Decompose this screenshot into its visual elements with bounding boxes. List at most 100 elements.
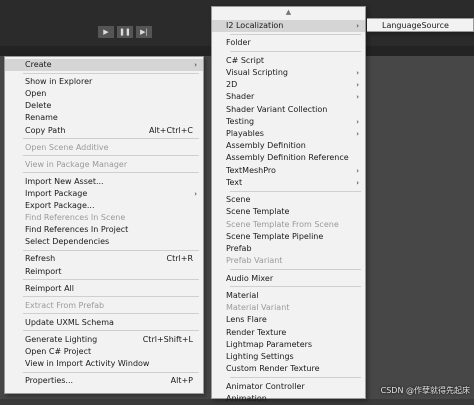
chevron-right-icon: › [356,178,359,187]
menu-item-animator-controller[interactable]: Animator Controller [212,381,365,393]
shortcut-label: Ctrl+Shift+L [142,334,193,344]
menu-item-render-texture[interactable]: Render Texture [212,327,365,339]
menu-item-label: Create [25,60,52,69]
menu-item-label: Text [226,177,243,187]
menu-item-folder[interactable]: Folder [212,37,365,49]
menu-item-label: Reimport [25,266,62,276]
menu-item-2d[interactable]: 2D › [212,79,365,91]
menu-separator [23,279,199,281]
menu-item-label: I2 Localization [226,21,284,30]
menu-item-label: Generate Lighting [25,334,98,344]
menu-item-label: LanguageSource [382,21,449,30]
menu-item-label: Folder [226,38,251,48]
step-button[interactable]: ▶| [136,26,152,38]
shortcut-label: Alt+Ctrl+C [148,125,193,135]
menu-item-label: Refresh [25,254,56,264]
shortcut-label: Alt+P [170,376,193,386]
scroll-up-icon[interactable]: ▲ [212,8,365,18]
menu-item-find-references-in-project[interactable]: Find References In Project [5,224,203,236]
menu-item-audio-mixer[interactable]: Audio Mixer [212,273,365,285]
chevron-right-icon: › [356,69,359,77]
menu-item-text[interactable]: Text › [212,177,365,189]
menu-item-label: Audio Mixer [226,273,274,283]
menu-item-label: Export Package... [25,201,95,210]
menu-item-shader-variant-collection[interactable]: Shader Variant Collection [212,104,365,116]
menu-separator [23,371,199,373]
menu-item-extract-from-prefab: Extract From Prefab [5,300,203,312]
menu-item-label: Animator Controller [226,381,305,391]
menu-item-label: 2D [226,80,238,90]
menu-separator [23,313,199,315]
menu-item-label: Testing [226,116,255,126]
menu-item-properties[interactable]: Properties... Alt+P [5,375,203,387]
menu-item-label: Scene Template From Scene [226,219,339,229]
menu-item-c-script[interactable]: C# Script [212,55,365,67]
menu-item-scene[interactable]: Scene [212,194,365,206]
menu-item-copy-path[interactable]: Copy Path Alt+Ctrl+C [5,125,203,137]
menu-item-refresh[interactable]: Refresh Ctrl+R [5,253,203,265]
menu-item-label: Scene Template Pipeline [226,231,324,241]
menu-item-delete[interactable]: Delete [5,100,203,112]
menu-item-label: Open Scene Additive [25,142,109,152]
play-button[interactable]: ▶ [98,26,114,38]
menu-item-label: Animation [226,393,267,403]
menu-separator [23,72,199,74]
menu-item-open[interactable]: Open [5,88,203,100]
menu-item-label: C# Script [226,55,265,65]
menu-item-assembly-definition-reference[interactable]: Assembly Definition Reference [212,152,365,164]
menu-item-label: Lens Flare [226,315,267,325]
menu-separator [230,190,361,192]
menu-item-import-new-asset[interactable]: Import New Asset... [5,176,203,188]
menu-item-reimport-all[interactable]: Reimport All [5,283,203,295]
menu-item-open-c-project[interactable]: Open C# Project [5,346,203,358]
menu-item-label: View in Package Manager [25,159,128,169]
menu-item-label: Open [25,89,47,99]
menu-item-lens-flare[interactable]: Lens Flare [212,314,365,326]
menu-item-show-in-explorer[interactable]: Show in Explorer [5,76,203,88]
pause-button[interactable]: ❚❚ [117,26,133,38]
menu-item-scene-template[interactable]: Scene Template [212,206,365,218]
menu-separator [230,269,361,270]
menu-item-label: Lightmap Parameters [226,339,313,349]
project-context-menu: Create › Show in Explorer Open Delete Rename C… [4,56,204,394]
menu-item-find-references-in-scene: Find References In Scene [5,212,203,224]
menu-item-prefab-variant: Prefab Variant [212,255,365,267]
menu-item-label: Properties... [25,376,74,386]
menu-item-scene-template-pipeline[interactable]: Scene Template Pipeline [212,231,365,243]
pause-icon: ❚❚ [119,28,131,36]
menu-item-lighting-settings[interactable]: Lighting Settings [212,351,365,363]
menu-item-label: Open C# Project [25,347,92,356]
menu-item-label: Import New Asset... [25,176,104,186]
menu-item-update-uxml-schema[interactable]: Update UXML Schema [5,317,203,329]
menu-item-material-variant: Material Variant [212,302,365,314]
create-submenu: ▲ I2 Localization › Folder C# Script Visual … [211,6,366,403]
i2-localization-submenu: LanguageSource [367,18,474,32]
menu-item-assembly-definition[interactable]: Assembly Definition [212,140,365,152]
menu-item-label: Find References In Scene [25,213,126,223]
menu-item-label: Render Texture [226,327,287,337]
menu-item-label: Playables [226,129,264,138]
menu-item-textmeshpro[interactable]: TextMeshPro › [212,165,365,177]
menu-item-label: Rename [25,113,58,123]
menu-item-reimport[interactable]: Reimport [5,266,203,278]
menu-item-create[interactable]: Create › [5,59,203,71]
menu-item-view-in-import-activity-window[interactable]: View in Import Activity Window [5,358,203,370]
menu-item-i2-localization[interactable]: I2 Localization › [212,20,365,32]
menu-item-prefab[interactable]: Prefab [212,243,365,255]
menu-item-playables[interactable]: Playables › [212,128,365,140]
menu-item-visual-scripting[interactable]: Visual Scripting › [212,67,365,79]
menu-item-generate-lighting[interactable]: Generate Lighting Ctrl+Shift+L [5,334,203,346]
menu-item-import-package[interactable]: Import Package › [5,188,203,200]
menu-item-languagesource[interactable]: LanguageSource [367,20,473,32]
menu-item-custom-render-texture[interactable]: Custom Render Texture [212,363,365,375]
menu-item-rename[interactable]: Rename [5,112,203,124]
menu-item-shader[interactable]: Shader › [212,91,365,103]
menu-item-export-package[interactable]: Export Package... [5,200,203,212]
menu-item-lightmap-parameters[interactable]: Lightmap Parameters [212,339,365,351]
menu-item-material[interactable]: Material [212,290,365,302]
menu-item-label: Assembly Definition Reference [226,153,349,163]
menu-item-select-dependencies[interactable]: Select Dependencies [5,236,203,248]
menu-item-label: Select Dependencies [25,237,110,247]
chevron-right-icon: › [356,130,359,138]
menu-item-testing[interactable]: Testing › [212,116,365,128]
